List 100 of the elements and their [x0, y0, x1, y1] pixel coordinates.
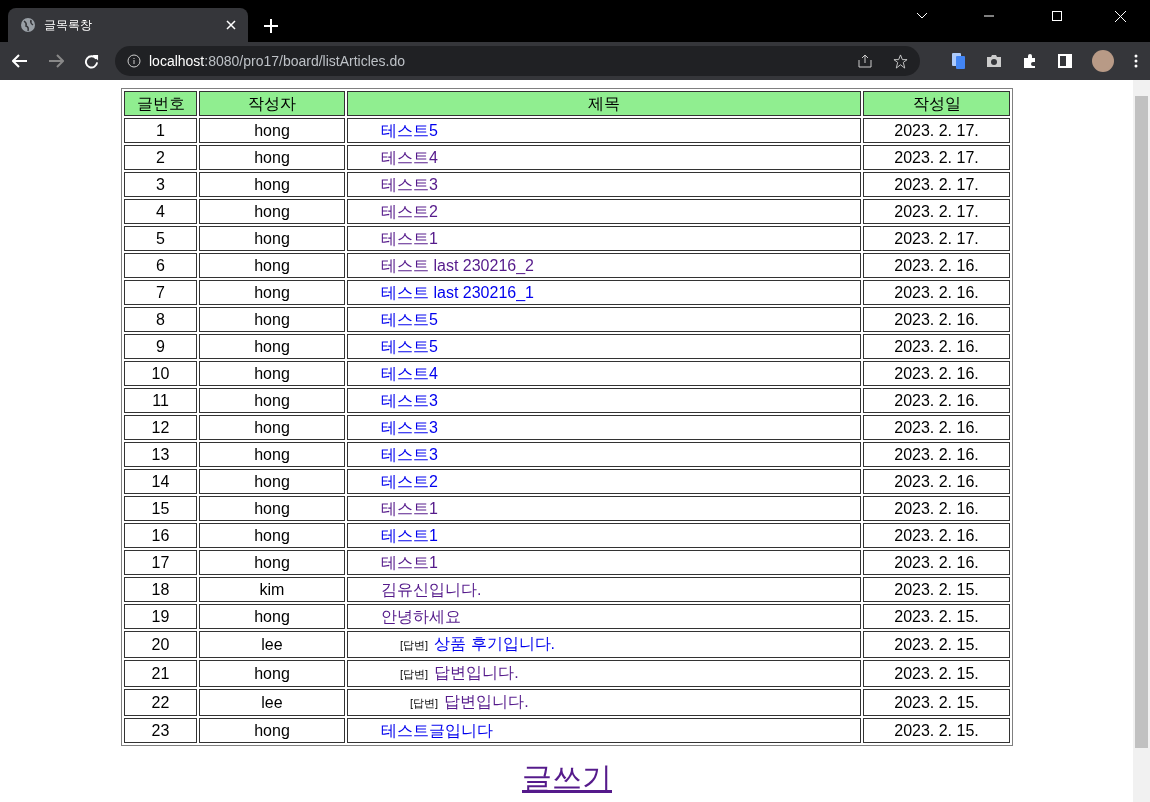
sidebar-icon[interactable]	[1058, 54, 1072, 68]
table-cell: lee	[199, 689, 345, 716]
table-cell: 1	[124, 118, 197, 143]
article-title-link[interactable]: 답변입니다.	[444, 693, 529, 710]
forward-arrow-icon[interactable]	[48, 54, 64, 68]
table-cell: 22	[124, 689, 197, 716]
table-cell: 2023. 2. 15.	[863, 631, 1010, 658]
table-cell: 18	[124, 577, 197, 602]
article-title-link[interactable]: 테스트1	[381, 527, 438, 544]
write-link[interactable]: 글쓰기	[522, 761, 612, 794]
table-cell: 4	[124, 199, 197, 224]
address-bar[interactable]: localhost:8080/pro17/board/listArticles.do	[115, 46, 920, 76]
table-cell: 2023. 2. 16.	[863, 523, 1010, 548]
table-cell: hong	[199, 145, 345, 170]
table-cell: hong	[199, 334, 345, 359]
column-header: 글번호	[124, 91, 197, 116]
reply-tag: [답변]	[400, 639, 429, 651]
table-cell: 10	[124, 361, 197, 386]
more-icon[interactable]	[1134, 54, 1138, 68]
article-title-link[interactable]: 상품 후기입니다.	[434, 635, 555, 652]
puzzle-icon[interactable]	[1022, 53, 1038, 69]
tab-title: 글목록창	[44, 17, 93, 34]
table-cell: 20	[124, 631, 197, 658]
table-cell: hong	[199, 469, 345, 494]
table-cell: 2023. 2. 15.	[863, 718, 1010, 743]
table-cell: 2023. 2. 16.	[863, 280, 1010, 305]
close-icon[interactable]	[1115, 10, 1126, 22]
table-cell: hong	[199, 226, 345, 251]
article-title-link[interactable]: 테스트3	[381, 446, 438, 463]
table-cell: 2023. 2. 16.	[863, 550, 1010, 575]
article-title-link[interactable]: 테스트1	[381, 500, 438, 517]
table-cell: 14	[124, 469, 197, 494]
article-title-link[interactable]: 테스트5	[381, 311, 438, 328]
close-icon[interactable]	[226, 20, 236, 30]
table-cell: 5	[124, 226, 197, 251]
article-title-link[interactable]: 테스트2	[381, 203, 438, 220]
new-tab-icon[interactable]	[264, 19, 278, 33]
table-cell: 23	[124, 718, 197, 743]
table-cell: 6	[124, 253, 197, 278]
extension-icon[interactable]	[952, 53, 966, 69]
table-cell: hong	[199, 118, 345, 143]
article-title-link[interactable]: 테스트3	[381, 392, 438, 409]
star-icon[interactable]	[893, 53, 908, 69]
table-cell: 2023. 2. 16.	[863, 442, 1010, 467]
table-cell: hong	[199, 253, 345, 278]
article-title-link[interactable]: 안녕하세요	[381, 608, 461, 625]
table-cell: hong	[199, 660, 345, 687]
column-header: 작성일	[863, 91, 1010, 116]
article-title-link[interactable]: 테스트3	[381, 419, 438, 436]
table-cell: hong	[199, 199, 345, 224]
table-cell: hong	[199, 361, 345, 386]
table-cell: hong	[199, 496, 345, 521]
chevron-down-icon[interactable]	[916, 12, 928, 20]
table-cell: hong	[199, 523, 345, 548]
scrollbar[interactable]	[1133, 80, 1150, 802]
table-cell: 9	[124, 334, 197, 359]
table-cell: hong	[199, 172, 345, 197]
table-cell: 12	[124, 415, 197, 440]
article-title-link[interactable]: 테스트5	[381, 338, 438, 355]
article-title-link[interactable]: 테스트5	[381, 122, 438, 139]
table-cell: 2023. 2. 16.	[863, 307, 1010, 332]
table-cell: 2023. 2. 15.	[863, 660, 1010, 687]
article-title-link[interactable]: 테스트1	[381, 230, 438, 247]
table-cell: 2023. 2. 16.	[863, 496, 1010, 521]
reply-tag: [답변]	[410, 697, 439, 709]
table-cell: hong	[199, 415, 345, 440]
table-cell: 2023. 2. 15.	[863, 604, 1010, 629]
table-cell: 2023. 2. 15.	[863, 689, 1010, 716]
table-cell: hong	[199, 550, 345, 575]
table-cell: 2023. 2. 16.	[863, 469, 1010, 494]
table-cell: 2023. 2. 15.	[863, 577, 1010, 602]
table-cell: 2023. 2. 16.	[863, 334, 1010, 359]
camera-icon[interactable]	[986, 54, 1002, 68]
browser-tab[interactable]: 글목록창	[8, 8, 248, 42]
table-cell: hong	[199, 718, 345, 743]
article-title-link[interactable]: 답변입니다.	[434, 664, 519, 681]
article-title-link[interactable]: 테스트4	[381, 365, 438, 382]
scrollbar-thumb[interactable]	[1135, 96, 1148, 748]
maximize-icon[interactable]	[1052, 11, 1062, 21]
avatar[interactable]	[1092, 50, 1114, 72]
article-title-link[interactable]: 테스트2	[381, 473, 438, 490]
table-cell: kim	[199, 577, 345, 602]
column-header: 작성자	[199, 91, 345, 116]
table-cell: 3	[124, 172, 197, 197]
info-icon[interactable]	[127, 54, 141, 68]
table-cell: 2023. 2. 17.	[863, 118, 1010, 143]
table-cell: 19	[124, 604, 197, 629]
table-cell: 17	[124, 550, 197, 575]
article-title-link[interactable]: 테스트4	[381, 149, 438, 166]
column-header: 제목	[347, 91, 861, 116]
article-title-link[interactable]: 테스트3	[381, 176, 438, 193]
table-cell: 2023. 2. 16.	[863, 253, 1010, 278]
back-arrow-icon[interactable]	[12, 54, 28, 68]
share-icon[interactable]	[857, 54, 873, 68]
article-title-link[interactable]: 테스트1	[381, 554, 438, 571]
reload-icon[interactable]	[84, 53, 99, 69]
table-cell: 2	[124, 145, 197, 170]
table-cell: 2023. 2. 17.	[863, 172, 1010, 197]
article-title-link[interactable]: 테스트글입니다	[381, 722, 493, 739]
article-title-link[interactable]: 김유신입니다.	[381, 581, 482, 598]
